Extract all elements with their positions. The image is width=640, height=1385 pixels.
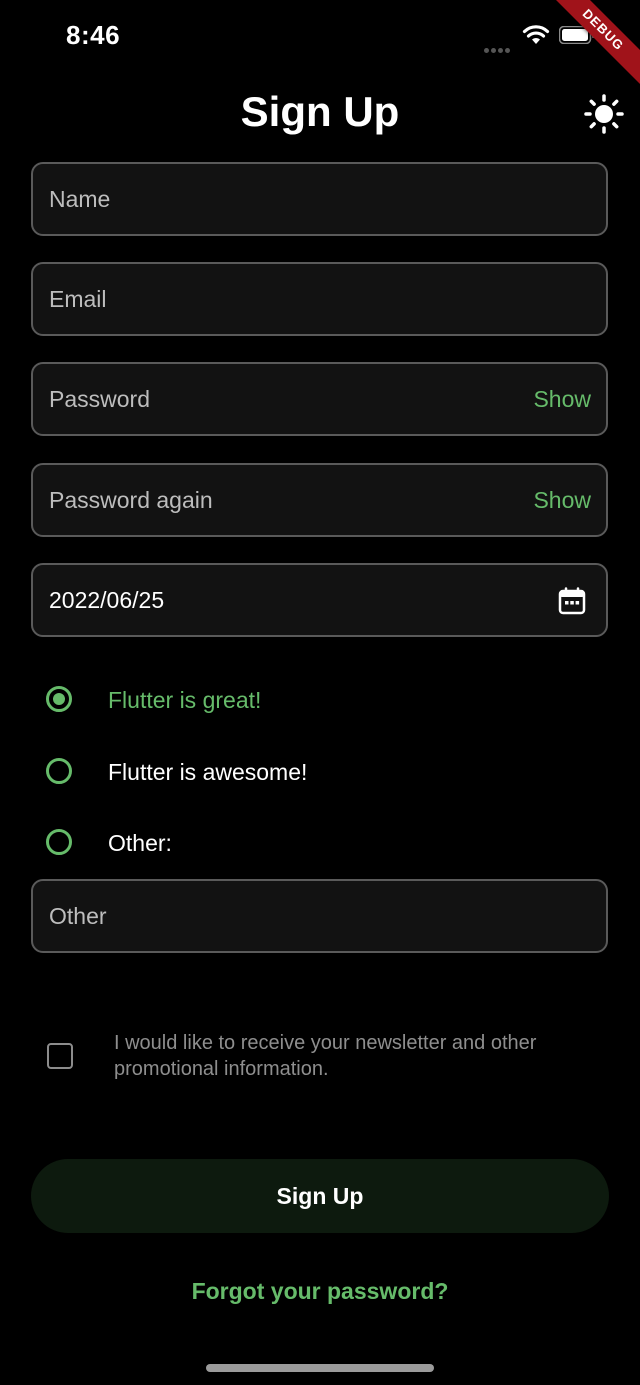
radio-unselected-icon xyxy=(46,758,72,784)
status-time: 8:46 xyxy=(66,20,121,50)
email-field[interactable]: Email xyxy=(31,262,608,336)
password-show-button[interactable]: Show xyxy=(533,364,591,434)
name-field[interactable]: Name xyxy=(31,162,608,236)
radio-unselected-icon xyxy=(46,829,72,855)
name-placeholder: Name xyxy=(49,186,111,212)
password-again-field[interactable]: Password again Show xyxy=(31,463,608,537)
radio-label: Other: xyxy=(108,830,172,856)
password-field[interactable]: Password Show xyxy=(31,362,608,436)
radio-label: Flutter is awesome! xyxy=(108,759,308,785)
password-again-placeholder: Password again xyxy=(49,487,213,513)
sun-icon[interactable] xyxy=(584,94,624,134)
wifi-icon xyxy=(522,25,550,44)
status-bar: 8:46 xyxy=(0,0,640,72)
password-again-show-button[interactable]: Show xyxy=(533,465,591,535)
radio-option-other[interactable]: Other: xyxy=(30,813,610,873)
newsletter-label: I would like to receive your newsletter … xyxy=(114,1032,537,1080)
cellular-signal-icon xyxy=(484,40,514,53)
sign-up-button[interactable]: Sign Up xyxy=(31,1159,609,1233)
calendar-icon[interactable] xyxy=(558,587,586,615)
radio-selected-icon xyxy=(46,686,72,712)
radio-label: Flutter is great! xyxy=(108,687,262,713)
newsletter-checkbox[interactable] xyxy=(47,1043,73,1069)
date-field[interactable]: 2022/06/25 xyxy=(31,563,608,637)
radio-option-great[interactable]: Flutter is great! xyxy=(30,670,610,730)
password-placeholder: Password xyxy=(49,386,150,412)
other-field[interactable]: Other xyxy=(31,879,608,953)
page-title: Sign Up xyxy=(240,88,400,135)
email-placeholder: Email xyxy=(49,286,107,312)
date-value: 2022/06/25 xyxy=(49,587,165,613)
radio-option-awesome[interactable]: Flutter is awesome! xyxy=(30,742,610,802)
other-placeholder: Other xyxy=(49,903,107,929)
forgot-password-link[interactable]: Forgot your password? xyxy=(0,1278,640,1305)
home-indicator xyxy=(206,1364,434,1372)
